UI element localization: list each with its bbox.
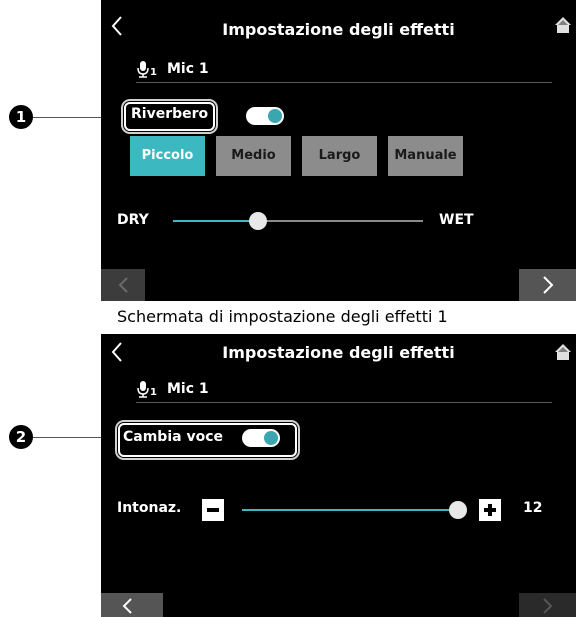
mix-slider-track: [258, 220, 423, 222]
mic-number: 1: [150, 387, 157, 398]
effect-label: Cambia voce: [123, 429, 223, 445]
mix-slider-thumb[interactable]: [249, 212, 267, 230]
effects-screen-2: Impostazione degli effetti 1 Mic 1 Cambi…: [101, 334, 576, 617]
reverb-toggle[interactable]: [246, 107, 284, 125]
home-icon[interactable]: [554, 16, 572, 34]
page-title: Impostazione degli effetti: [222, 343, 455, 362]
plus-icon: [484, 504, 496, 516]
chevron-left-icon: [118, 277, 128, 293]
pitch-increase-button[interactable]: [479, 499, 501, 521]
home-icon[interactable]: [554, 343, 572, 361]
pitch-label: Intonaz.: [117, 500, 182, 516]
wet-label: WET: [439, 212, 474, 228]
chevron-left-icon: [122, 598, 132, 614]
preset-largo-button[interactable]: Largo: [302, 136, 377, 176]
mix-slider-fill: [173, 220, 258, 222]
mic-name: Mic 1: [167, 61, 209, 77]
prev-page-button[interactable]: [101, 593, 163, 617]
page-title: Impostazione degli effetti: [222, 20, 455, 39]
preset-manuale-button[interactable]: Manuale: [388, 136, 463, 176]
chevron-right-icon: [543, 598, 553, 614]
pitch-decrease-button[interactable]: [202, 499, 224, 521]
minus-icon: [207, 508, 219, 512]
voice-change-toggle[interactable]: [242, 429, 280, 447]
preset-medio-button[interactable]: Medio: [216, 136, 291, 176]
next-page-button[interactable]: [519, 269, 576, 301]
next-page-button[interactable]: [519, 593, 576, 617]
callout-1: 1: [9, 105, 33, 129]
mic-row: 1 Mic 1: [136, 58, 552, 83]
mic-number: 1: [150, 67, 157, 78]
screen-caption: Schermata di impostazione degli effetti …: [117, 307, 448, 326]
mic-row: 1 Mic 1: [136, 378, 552, 403]
mic-name: Mic 1: [167, 381, 209, 397]
preset-piccolo-button[interactable]: Piccolo: [130, 136, 205, 176]
pitch-slider-thumb[interactable]: [449, 501, 467, 519]
effect-label: Riverbero: [131, 106, 209, 122]
chevron-right-icon: [543, 276, 554, 294]
effects-screen-1: Impostazione degli effetti 1 Mic 1 River…: [101, 0, 576, 301]
prev-page-button[interactable]: [101, 269, 145, 301]
pitch-value: 12: [523, 500, 543, 516]
dry-label: DRY: [117, 212, 149, 228]
pitch-slider-fill: [242, 509, 458, 511]
callout-2: 2: [9, 425, 33, 449]
